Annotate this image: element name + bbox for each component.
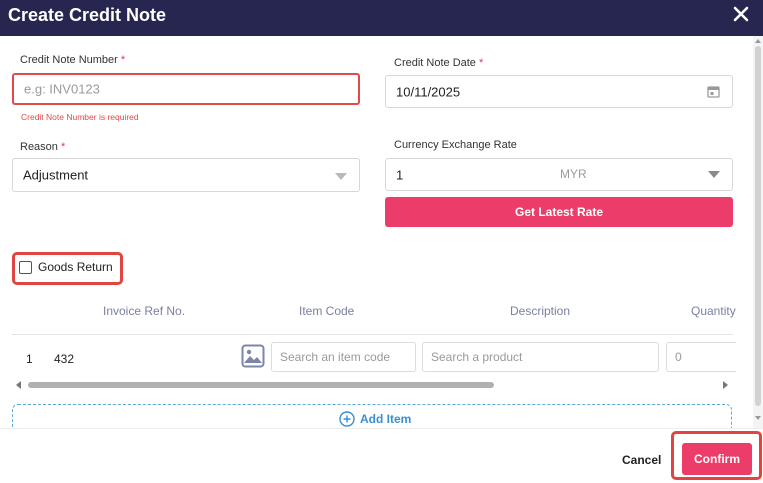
goods-return-checkbox[interactable] bbox=[19, 261, 32, 274]
goods-return-label: Goods Return bbox=[38, 260, 113, 274]
credit-note-number-label: Credit Note Number * bbox=[20, 54, 125, 66]
scroll-up-icon[interactable] bbox=[755, 39, 761, 43]
horizontal-scrollbar[interactable] bbox=[14, 380, 732, 390]
credit-note-number-placeholder: e.g: INV0123 bbox=[24, 81, 100, 97]
credit-note-date-label: Credit Note Date * bbox=[394, 57, 483, 69]
confirm-button[interactable]: Confirm bbox=[682, 443, 752, 475]
dialog-header: Create Credit Note bbox=[0, 0, 763, 36]
reason-label: Reason * bbox=[20, 141, 65, 153]
table-header-divider bbox=[12, 334, 733, 335]
scroll-left-icon[interactable] bbox=[16, 381, 21, 389]
reason-value: Adjustment bbox=[23, 167, 89, 183]
horizontal-scroll-thumb[interactable] bbox=[28, 382, 494, 388]
currency-exchange-rate-input[interactable]: 1 MYR bbox=[385, 158, 733, 191]
invoice-ref-value: 432 bbox=[54, 352, 75, 366]
currency-exchange-rate-label: Currency Exchange Rate bbox=[394, 139, 517, 151]
currency-code: MYR bbox=[560, 167, 587, 181]
quantity-input[interactable]: 0 bbox=[666, 342, 736, 372]
dialog-title: Create Credit Note bbox=[8, 5, 167, 25]
reason-select[interactable]: Adjustment bbox=[12, 158, 360, 192]
dialog-footer: Cancel Confirm bbox=[0, 428, 763, 483]
item-code-placeholder: Search an item code bbox=[280, 350, 391, 364]
required-mark: * bbox=[120, 54, 126, 66]
cancel-button[interactable]: Cancel bbox=[622, 453, 661, 467]
scroll-right-icon[interactable] bbox=[723, 381, 728, 389]
credit-note-date-input[interactable]: 10/11/2025 bbox=[385, 75, 733, 108]
required-mark: * bbox=[60, 141, 66, 153]
add-item-content: Add Item bbox=[339, 411, 411, 427]
credit-note-date-label-text: Credit Note Date bbox=[394, 57, 476, 69]
vertical-scroll-thumb[interactable] bbox=[755, 46, 761, 406]
quantity-value: 0 bbox=[675, 350, 682, 364]
credit-note-date-value: 10/11/2025 bbox=[396, 84, 461, 99]
item-code-search-input[interactable]: Search an item code bbox=[271, 342, 416, 372]
th-invoice-ref: Invoice Ref No. bbox=[103, 304, 186, 318]
add-item-label: Add Item bbox=[360, 412, 412, 426]
image-icon[interactable] bbox=[241, 344, 265, 368]
product-search-placeholder: Search a product bbox=[431, 350, 523, 364]
credit-note-number-error: Credit Note Number is required bbox=[21, 112, 139, 122]
chevron-down-icon bbox=[335, 173, 347, 180]
vertical-scrollbar[interactable] bbox=[753, 36, 763, 428]
product-search-input[interactable]: Search a product bbox=[422, 342, 659, 372]
required-mark: * bbox=[479, 57, 484, 69]
credit-note-number-label-text: Credit Note Number bbox=[20, 54, 118, 66]
th-item-code: Item Code bbox=[299, 304, 355, 318]
credit-note-number-input[interactable]: e.g: INV0123 bbox=[12, 73, 360, 105]
exchange-rate-value: 1 bbox=[396, 167, 404, 182]
dialog-body: Credit Note Number * e.g: INV0123 Credit… bbox=[0, 36, 763, 428]
reason-label-text: Reason bbox=[20, 141, 58, 153]
add-item-button[interactable]: Add Item bbox=[12, 404, 732, 428]
chevron-down-icon[interactable] bbox=[708, 171, 720, 178]
get-latest-rate-button[interactable]: Get Latest Rate bbox=[385, 197, 733, 227]
th-quantity: Quantity bbox=[691, 304, 736, 318]
row-index: 1 bbox=[26, 352, 33, 366]
plus-circle-icon bbox=[339, 411, 355, 427]
scroll-down-icon[interactable] bbox=[755, 416, 761, 420]
close-icon[interactable] bbox=[731, 4, 751, 24]
calendar-icon[interactable] bbox=[707, 85, 720, 98]
th-description: Description bbox=[510, 304, 571, 318]
